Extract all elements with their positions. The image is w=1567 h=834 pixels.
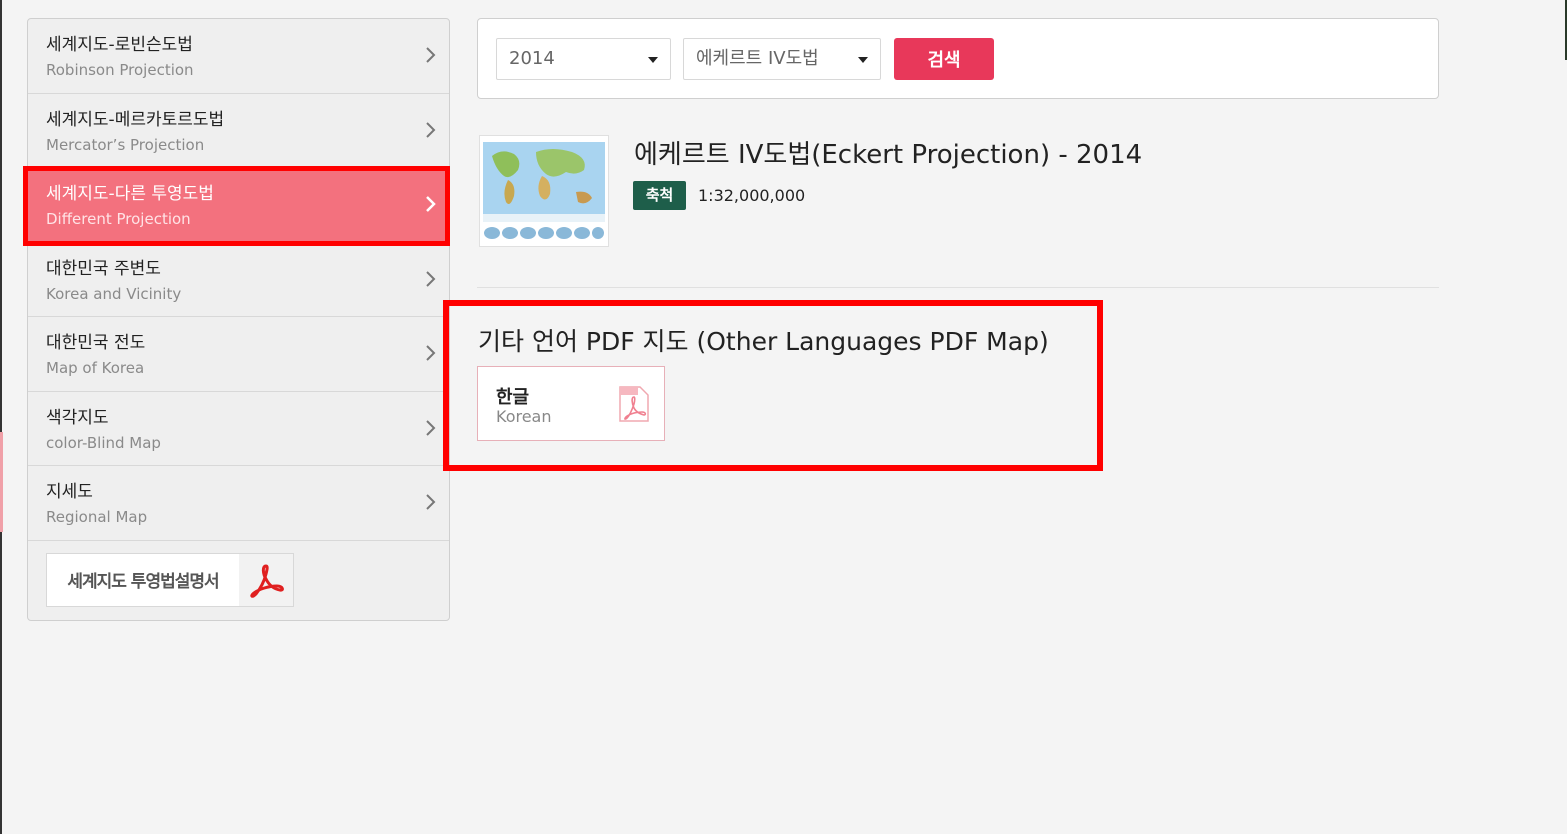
sidebar-item-label-en: Korea and Vicinity bbox=[46, 284, 182, 303]
sidebar-item-label-en: Regional Map bbox=[46, 508, 148, 526]
sidebar-item-color-blind[interactable]: 색각지도 color-Blind Map bbox=[28, 392, 449, 466]
year-select-value: 2014 bbox=[509, 48, 555, 69]
pdf-file-icon bbox=[619, 386, 649, 422]
sidebar-item-label-ko: 세계지도-로빈슨도법 bbox=[46, 35, 193, 55]
scale-badge: 축척 bbox=[633, 181, 686, 210]
sidebar-item-mercator[interactable]: 세계지도-메르카토르도법 Mercator’s Projection bbox=[28, 94, 449, 168]
world-map-thumbnail-image bbox=[480, 136, 608, 246]
projection-select[interactable]: 에케르트 IV도법 bbox=[683, 38, 881, 80]
sidebar-item-robinson[interactable]: 세계지도-로빈슨도법 Robinson Projection bbox=[28, 19, 449, 94]
korean-pdf-link[interactable]: 한글 Korean bbox=[477, 366, 665, 441]
window-left-edge bbox=[0, 0, 2, 834]
caret-down-icon bbox=[858, 57, 868, 63]
chevron-right-icon bbox=[426, 345, 436, 361]
scale-value: 1:32,000,000 bbox=[698, 186, 806, 205]
sidebar-item-label-en: Robinson Projection bbox=[46, 61, 194, 79]
map-thumbnail[interactable] bbox=[479, 135, 609, 247]
sidebar-menu: 세계지도-로빈슨도법 Robinson Projection 세계지도-메르카토… bbox=[27, 18, 450, 621]
section-divider bbox=[477, 287, 1439, 288]
sidebar-item-label-ko: 지세도 bbox=[46, 482, 93, 502]
acrobat-pdf-icon bbox=[239, 553, 293, 606]
language-name-ko: 한글 bbox=[496, 387, 530, 408]
projection-select-value: 에케르트 IV도법 bbox=[696, 48, 819, 69]
sidebar-item-label-en: Different Projection bbox=[46, 210, 191, 228]
chevron-right-icon bbox=[426, 270, 436, 287]
caret-down-icon bbox=[648, 57, 658, 63]
sidebar-item-korea-vicinity[interactable]: 대한민국 주변도 Korea and Vicinity bbox=[28, 243, 449, 317]
other-languages-title: 기타 언어 PDF 지도 (Other Languages PDF Map) bbox=[478, 327, 1049, 356]
sidebar-item-label-ko: 대한민국 주변도 bbox=[46, 258, 161, 279]
sidebar-item-label-en: Map of Korea bbox=[46, 359, 145, 377]
sidebar-item-different-projection[interactable]: 세계지도-다른 투영도법 Different Projection bbox=[28, 168, 449, 243]
chevron-right-icon bbox=[426, 419, 436, 436]
sidebar-item-label-en: Mercator’s Projection bbox=[46, 135, 205, 154]
sidebar-item-label-ko: 색각지도 bbox=[46, 407, 109, 428]
projection-guide-pdf-button[interactable]: 세계지도 투영법설명서 bbox=[46, 552, 294, 607]
result-title: 에케르트 IV도법(Eckert Projection) - 2014 bbox=[634, 140, 1143, 170]
projection-guide-label: 세계지도 투영법설명서 bbox=[67, 572, 219, 592]
year-select[interactable]: 2014 bbox=[496, 38, 671, 80]
sidebar-item-label-ko: 대한민국 전도 bbox=[46, 333, 146, 353]
sidebar-item-label-en: color-Blind Map bbox=[46, 433, 161, 452]
chevron-right-icon bbox=[426, 47, 436, 63]
chevron-right-icon bbox=[426, 196, 436, 212]
chevron-right-icon bbox=[426, 494, 436, 510]
sidebar-item-regional[interactable]: 지세도 Regional Map bbox=[28, 466, 449, 541]
sidebar-item-label-ko: 세계지도-다른 투영도법 bbox=[46, 184, 214, 204]
sidebar-item-label-ko: 세계지도-메르카토르도법 bbox=[46, 109, 225, 130]
chevron-right-icon bbox=[426, 121, 436, 138]
sidebar-pdf-area: 세계지도 투영법설명서 bbox=[28, 541, 449, 619]
search-button[interactable]: 검색 bbox=[894, 38, 994, 80]
search-bar: 2014 에케르트 IV도법 검색 bbox=[477, 18, 1439, 99]
language-name-en: Korean bbox=[496, 407, 552, 426]
sidebar-item-map-of-korea[interactable]: 대한민국 전도 Map of Korea bbox=[28, 317, 449, 392]
window-left-accent bbox=[0, 432, 3, 532]
